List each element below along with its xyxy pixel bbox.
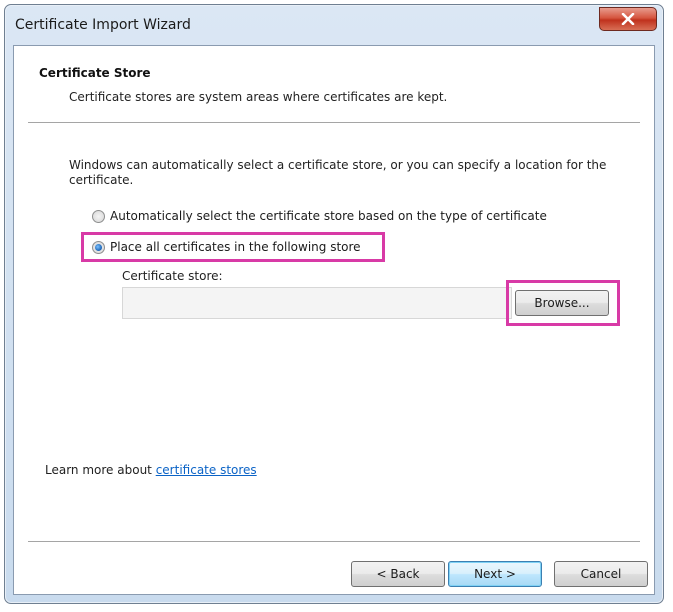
window-title: Certificate Import Wizard <box>15 17 191 33</box>
next-button[interactable]: Next > <box>448 561 542 587</box>
header-divider <box>28 122 640 124</box>
radio-auto-select-label: Automatically select the certificate sto… <box>110 209 547 223</box>
certificate-store-label: Certificate store: <box>122 269 223 283</box>
certificate-stores-link[interactable]: certificate stores <box>156 463 257 477</box>
radio-place-all-button[interactable] <box>92 240 105 254</box>
title-bar[interactable]: Certificate Import Wizard <box>5 5 663 45</box>
learn-more-prefix: Learn more about <box>45 463 156 477</box>
page-title: Certificate Store <box>39 66 151 80</box>
back-button[interactable]: < Back <box>351 561 445 587</box>
radio-place-all-label: Place all certificates in the following … <box>110 240 361 254</box>
cancel-button[interactable]: Cancel <box>554 561 648 587</box>
radio-place-all[interactable]: Place all certificates in the following … <box>92 237 361 257</box>
learn-more-text: Learn more about certificate stores <box>45 463 257 477</box>
wizard-window: Certificate Import Wizard Certificate St… <box>4 4 664 604</box>
radio-auto-select[interactable]: Automatically select the certificate sto… <box>92 206 547 226</box>
radio-auto-select-button[interactable] <box>92 209 105 223</box>
certificate-store-field[interactable] <box>122 287 512 319</box>
browse-button[interactable]: Browse... <box>515 290 609 316</box>
wizard-content: Certificate Store Certificate stores are… <box>13 45 655 595</box>
close-button[interactable] <box>599 7 657 31</box>
page-description: Certificate stores are system areas wher… <box>69 90 448 104</box>
close-icon <box>621 13 635 25</box>
intro-text: Windows can automatically select a certi… <box>69 158 607 187</box>
footer-divider <box>28 541 640 543</box>
